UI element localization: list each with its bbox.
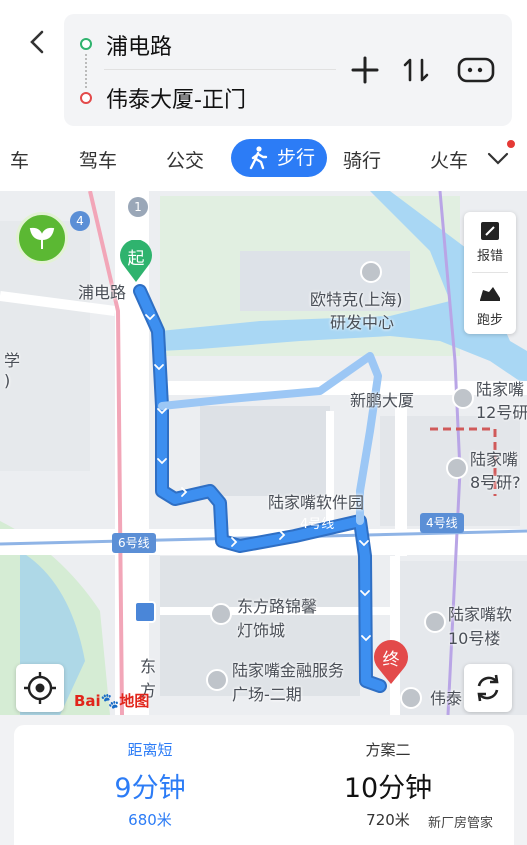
start-location-field[interactable]: 浦电路	[106, 29, 172, 61]
metro-line6-tag: 6号线	[112, 533, 156, 553]
map-label-finance: 陆家嘴金融服务	[232, 661, 345, 680]
map-label-paren: )	[4, 371, 11, 390]
start-marker-label: 起	[127, 249, 145, 269]
edit-icon[interactable]	[479, 220, 501, 242]
metro-line4-tag: 4号线	[420, 513, 464, 533]
bus-stop-icon	[134, 601, 156, 623]
baidu-logo-text: Bai	[74, 692, 101, 710]
walk-icon	[249, 146, 268, 170]
plus-icon[interactable]	[349, 54, 381, 86]
option-distance: 680米	[128, 811, 172, 829]
poi-icon	[424, 611, 446, 633]
tab-walk-label: 步行	[277, 147, 316, 169]
run-button[interactable]: 跑步	[464, 309, 516, 328]
map-label-lujiazui-12: 陆家嘴	[476, 380, 525, 399]
map-label-road-dong: 东	[140, 657, 157, 676]
poi-icon	[400, 687, 422, 709]
map-label-software-park: 陆家嘴软件园	[268, 493, 365, 512]
map-label-finance-sub: 广场-二期	[232, 685, 302, 704]
map-label-outek-sub: 研发中心	[330, 313, 395, 332]
watermark: 新厂房管家	[428, 816, 494, 831]
poi-icon	[206, 669, 228, 691]
swap-icon[interactable]	[400, 54, 432, 86]
tab-train[interactable]: 火车	[430, 145, 468, 177]
chevron-down-icon[interactable]	[486, 146, 510, 170]
end-location-field[interactable]: 伟泰大厦-正门	[106, 82, 246, 114]
map-label-lujiazui-10-sub: 10号楼	[448, 629, 501, 648]
map-label-xue: 学	[4, 351, 21, 370]
option-name: 距离短	[127, 741, 173, 759]
poi-icon	[446, 457, 468, 479]
tab-bus[interactable]: 公交	[166, 145, 204, 177]
tab-drive[interactable]: 驾车	[79, 145, 117, 177]
end-dot-icon	[80, 92, 92, 104]
route-option-1[interactable]: 距离短 9分钟 680米	[60, 739, 240, 830]
map-view[interactable]: 浦电路 欧特克(上海) 研发中心 新鹏大厦 陆家嘴 12号研 陆家嘴 8号研? …	[0, 191, 527, 715]
start-marker: 起	[118, 239, 154, 284]
sprout-icon[interactable]	[16, 212, 68, 264]
map-label-weitai: 伟泰	[430, 689, 463, 708]
poi-icon	[360, 261, 382, 283]
start-dot-icon	[80, 38, 92, 50]
field-divider	[104, 69, 336, 70]
map-label-lujiazui-10: 陆家嘴软	[448, 605, 513, 624]
notification-dot	[507, 140, 515, 148]
option-time: 9分钟	[114, 773, 186, 804]
refresh-icon[interactable]	[464, 664, 512, 712]
map-label-xinpeng: 新鹏大厦	[350, 391, 415, 410]
end-marker: 终	[372, 640, 410, 686]
metro-line4-badge: 4	[70, 211, 90, 231]
tab-car[interactable]: 车	[10, 145, 29, 177]
map-label-dongfang: 东方路锦馨	[237, 597, 318, 616]
map-label-dongfang-sub: 灯饰城	[237, 621, 286, 640]
tab-ride[interactable]: 骑行	[343, 145, 381, 177]
map-label-lujiazui-12-sub: 12号研	[476, 403, 527, 422]
poi-icon	[452, 387, 474, 409]
map-label-lujiazui-8-sub: 8号研?	[470, 473, 521, 492]
baidu-logo-map-text: 地图	[119, 692, 150, 710]
back-arrow-icon[interactable]	[24, 28, 52, 56]
end-marker-label: 终	[382, 650, 400, 670]
option-time: 10分钟	[343, 773, 433, 804]
route-connector	[85, 54, 87, 88]
locate-icon[interactable]	[16, 664, 64, 712]
tab-walk[interactable]: 步行	[231, 139, 327, 177]
shoe-icon[interactable]	[477, 282, 503, 304]
map-label-line4-station: 4号线	[300, 517, 335, 532]
map-label-outek: 欧特克(上海)	[310, 290, 403, 309]
option-name: 方案二	[365, 741, 411, 759]
poi-icon	[210, 603, 232, 625]
metro-line1-badge: 1	[128, 197, 148, 217]
more-icon[interactable]	[456, 56, 496, 84]
map-label-lujiazui-8: 陆家嘴	[470, 450, 519, 469]
baidu-logo: Bai🐾地图	[74, 692, 150, 710]
report-error-button[interactable]: 报错	[464, 245, 516, 264]
map-side-tools: 报错 跑步	[464, 212, 516, 334]
